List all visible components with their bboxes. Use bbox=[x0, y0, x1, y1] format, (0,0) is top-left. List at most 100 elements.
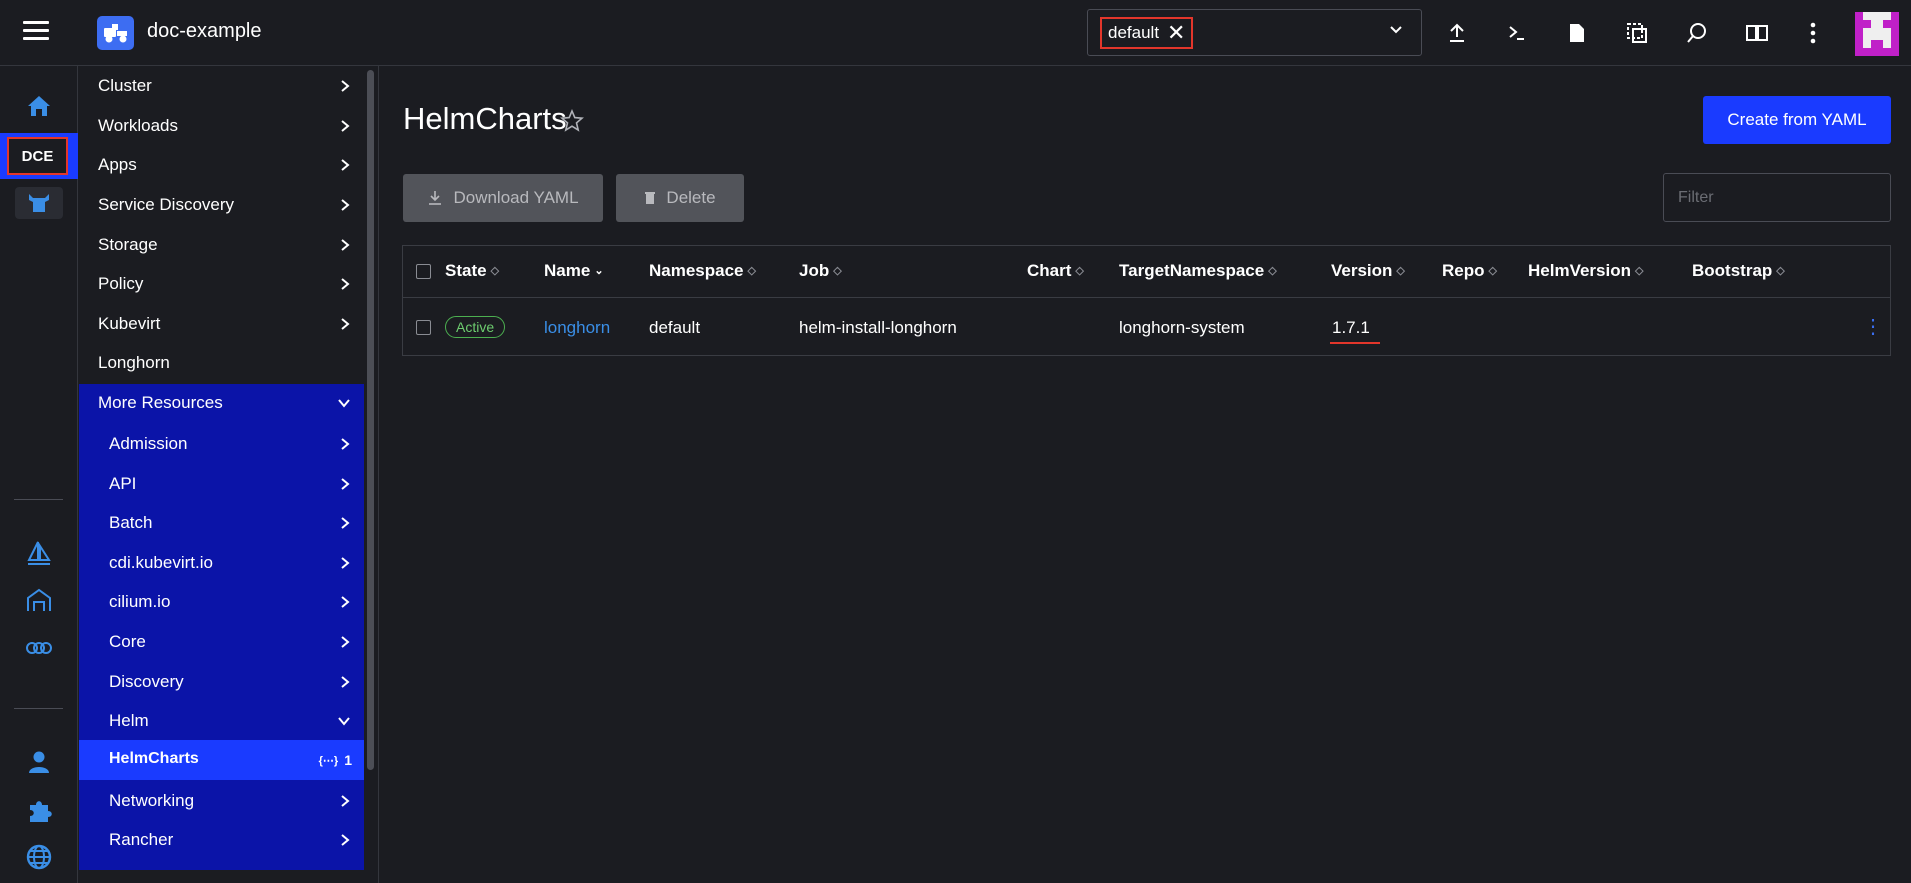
globe-icon[interactable] bbox=[0, 840, 78, 874]
nav-item-admission[interactable]: Admission bbox=[79, 424, 364, 464]
nav-item-kubevirt[interactable]: Kubevirt bbox=[79, 304, 364, 344]
page-title: HelmCharts bbox=[403, 101, 567, 136]
chevron-right-icon bbox=[341, 159, 350, 171]
fleet-icon[interactable] bbox=[0, 584, 78, 616]
column-header-namespace[interactable]: Namespace ◇ bbox=[649, 261, 756, 281]
column-header-target-namespace[interactable]: TargetNamespace ◇ bbox=[1119, 261, 1277, 281]
rail-divider bbox=[14, 708, 63, 709]
nav-item-helm[interactable]: Helm bbox=[79, 701, 364, 741]
filter-input[interactable] bbox=[1663, 173, 1891, 222]
hamburger-menu-icon[interactable] bbox=[23, 21, 49, 45]
chevron-right-icon bbox=[341, 318, 350, 330]
nav-item-longhorn[interactable]: Longhorn bbox=[79, 343, 364, 383]
namespace-filter[interactable]: default ✕ bbox=[1087, 9, 1422, 56]
column-header-name[interactable]: Name ⌄ bbox=[544, 261, 604, 281]
column-header-version[interactable]: Version ◇ bbox=[1331, 261, 1405, 281]
nav-item-label: Apps bbox=[98, 155, 137, 174]
user-icon[interactable] bbox=[0, 746, 78, 778]
nav-item-rancher[interactable]: Rancher bbox=[79, 820, 364, 860]
chevron-down-icon[interactable] bbox=[1389, 23, 1403, 37]
download-yaml-label: Download YAML bbox=[453, 188, 579, 207]
book-icon[interactable] bbox=[1744, 20, 1770, 46]
nav-item-storage[interactable]: Storage bbox=[79, 225, 364, 265]
close-icon[interactable]: ✕ bbox=[1167, 22, 1185, 44]
extension-puzzle-icon[interactable] bbox=[0, 794, 78, 826]
status-badge: Active bbox=[445, 316, 506, 338]
nav-item-cdi-kubevirt[interactable]: cdi.kubevirt.io bbox=[79, 543, 364, 583]
chevron-right-icon bbox=[341, 795, 350, 807]
copy-icon[interactable] bbox=[1624, 20, 1650, 46]
helmcharts-table: State ◇ Name ⌄ Namespace ◇ Job ◇ Chart ◇ Targ… bbox=[402, 245, 1891, 356]
create-from-yaml-button[interactable]: Create from YAML bbox=[1703, 96, 1891, 144]
nav-item-core[interactable]: Core bbox=[79, 622, 364, 662]
delete-label: Delete bbox=[666, 188, 716, 207]
chevron-right-icon bbox=[341, 517, 350, 529]
home-icon[interactable] bbox=[0, 90, 78, 122]
chevron-right-icon bbox=[341, 278, 350, 290]
chevron-right-icon bbox=[341, 834, 350, 846]
search-icon[interactable] bbox=[1684, 20, 1710, 46]
select-all-checkbox[interactable] bbox=[416, 264, 431, 279]
delete-button[interactable]: Delete bbox=[616, 174, 744, 222]
namespaced-icon: {⋯} bbox=[318, 754, 339, 767]
nav-item-label: Rancher bbox=[109, 830, 174, 849]
cluster-dce[interactable]: DCE bbox=[0, 133, 78, 179]
row-job: helm-install-longhorn bbox=[799, 318, 957, 337]
cluster-name: doc-example bbox=[147, 20, 262, 42]
nav-item-cluster[interactable]: Cluster bbox=[79, 66, 364, 106]
row-version: 1.7.1 bbox=[1332, 318, 1370, 337]
file-icon[interactable] bbox=[1564, 20, 1590, 46]
row-actions-kebab-icon[interactable]: ⋮ bbox=[1863, 317, 1883, 338]
nav-item-label: Core bbox=[109, 632, 146, 651]
chevron-right-icon bbox=[341, 557, 350, 569]
main-content: HelmCharts Create from YAML Download YAM… bbox=[380, 66, 1911, 883]
rail-divider bbox=[14, 499, 63, 500]
nav-item-workloads[interactable]: Workloads bbox=[79, 106, 364, 146]
chevron-right-icon bbox=[341, 596, 350, 608]
count-label: 1 bbox=[344, 752, 352, 768]
row-checkbox[interactable] bbox=[416, 320, 431, 335]
avatar[interactable] bbox=[1855, 12, 1899, 56]
nav-item-apps[interactable]: Apps bbox=[79, 145, 364, 185]
nav-item-label: Storage bbox=[98, 235, 158, 254]
nav-item-label: cdi.kubevirt.io bbox=[109, 553, 213, 572]
nav-item-cilium[interactable]: cilium.io bbox=[79, 582, 364, 622]
cluster-icon[interactable] bbox=[0, 186, 78, 220]
nav-item-api[interactable]: API bbox=[79, 464, 364, 504]
nav-item-service-discovery[interactable]: Service Discovery bbox=[79, 185, 364, 225]
nav-item-label: Networking bbox=[109, 791, 195, 810]
namespace-chip-label: default bbox=[1108, 23, 1160, 42]
nav-item-label: cilium.io bbox=[109, 592, 171, 611]
column-header-repo[interactable]: Repo ◇ bbox=[1442, 261, 1497, 281]
more-vert-icon[interactable] bbox=[1800, 20, 1826, 46]
chevron-right-icon bbox=[341, 676, 350, 688]
column-header-state[interactable]: State ◇ bbox=[445, 261, 499, 281]
network-icon[interactable] bbox=[0, 632, 78, 664]
upload-icon[interactable] bbox=[1444, 20, 1470, 46]
download-yaml-button[interactable]: Download YAML bbox=[403, 174, 603, 222]
star-favorite-icon[interactable] bbox=[560, 109, 584, 133]
chevron-right-icon bbox=[341, 80, 350, 92]
sidenav-scrollbar[interactable] bbox=[367, 70, 374, 770]
column-header-job[interactable]: Job ◇ bbox=[799, 261, 842, 281]
nav-item-label: HelmCharts bbox=[109, 750, 199, 767]
chevron-right-icon bbox=[341, 120, 350, 132]
nav-item-batch[interactable]: Batch bbox=[79, 503, 364, 543]
column-header-chart[interactable]: Chart ◇ bbox=[1027, 261, 1084, 281]
nav-item-policy[interactable]: Policy bbox=[79, 264, 364, 304]
nav-item-discovery[interactable]: Discovery bbox=[79, 662, 364, 702]
sailboat-icon[interactable] bbox=[0, 538, 78, 570]
nav-item-label: Kubevirt bbox=[98, 314, 161, 333]
nav-item-networking[interactable]: Networking bbox=[79, 781, 364, 821]
nav-item-more-resources[interactable]: More Resources bbox=[79, 383, 364, 423]
nav-item-label: API bbox=[109, 474, 137, 493]
download-icon bbox=[429, 191, 442, 205]
column-header-bootstrap[interactable]: Bootstrap ◇ bbox=[1692, 261, 1785, 281]
nav-item-label: Workloads bbox=[98, 116, 178, 135]
nav-item-helmcharts[interactable]: HelmCharts {⋯} 1 bbox=[79, 740, 364, 780]
terminal-icon[interactable] bbox=[1504, 20, 1530, 46]
column-header-helm-version[interactable]: HelmVersion ◇ bbox=[1528, 261, 1643, 281]
row-name-link[interactable]: longhorn bbox=[544, 318, 610, 338]
top-header: doc-example default ✕ bbox=[0, 0, 1911, 66]
dce-label: DCE bbox=[7, 137, 68, 175]
